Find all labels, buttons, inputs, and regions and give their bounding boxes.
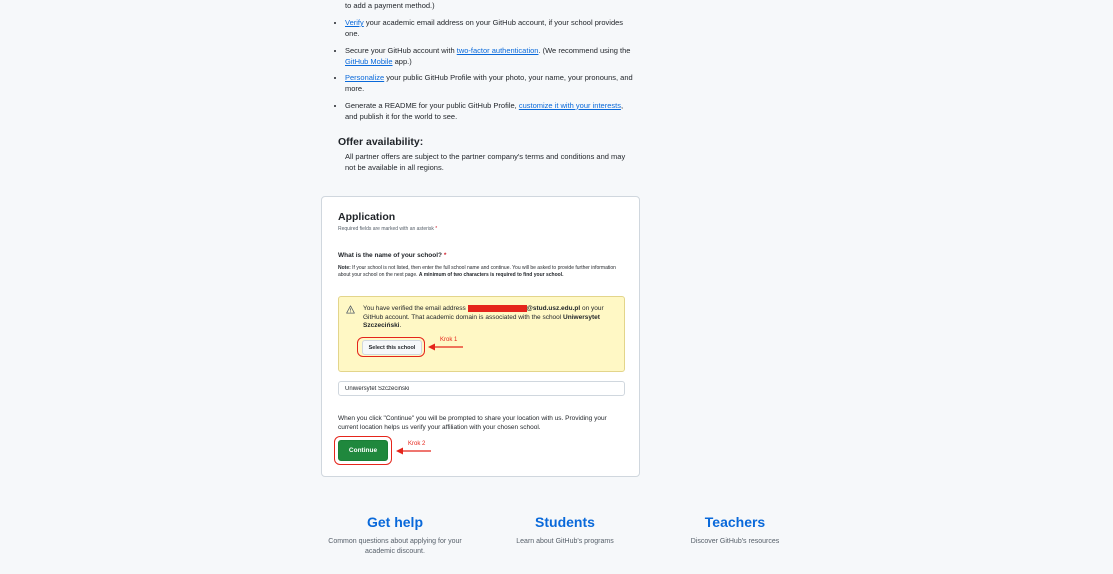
school-name-input[interactable]	[338, 381, 625, 396]
school-question-note: Note: If your school is not listed, then…	[338, 265, 616, 279]
continue-note: When you click "Continue" you will be pr…	[338, 415, 607, 431]
get-help-link[interactable]: Get help	[315, 513, 475, 531]
offer-availability-text: All partner offers are subject to the pa…	[345, 152, 626, 172]
two-factor-link[interactable]: two-factor authentication	[457, 46, 539, 55]
verify-link[interactable]: Verify	[345, 18, 364, 27]
application-title: Application	[338, 211, 396, 223]
step2-highlight	[334, 436, 392, 465]
required-fields-note: Required fields are marked with an aster…	[338, 226, 438, 232]
school-question-label: What is the name of your school? *	[338, 252, 447, 259]
step2-annotation: Krok 2	[408, 441, 426, 447]
teachers-link[interactable]: Teachers	[655, 513, 815, 531]
students-link[interactable]: Students	[485, 513, 645, 531]
customize-link[interactable]: customize it with your interests	[519, 101, 621, 110]
students-text: Learn about GitHub's programs	[516, 538, 614, 545]
truncated-text: to add a payment method.)	[345, 1, 435, 10]
step1-annotation: Krok 1	[440, 337, 458, 343]
offer-availability-heading: Offer availability:	[338, 136, 424, 148]
list-item: Verify your academic email address on yo…	[345, 17, 635, 39]
benefits-list: Verify your academic email address on yo…	[333, 17, 635, 127]
step2-arrow-icon	[396, 447, 431, 455]
get-help-section: Get help Common questions about applying…	[315, 513, 475, 557]
redacted-email	[467, 305, 527, 312]
students-section: Students Learn about GitHub's programs	[485, 513, 645, 547]
github-mobile-link[interactable]: GitHub Mobile	[345, 57, 393, 66]
step1-highlight	[357, 337, 425, 357]
personalize-link[interactable]: Personalize	[345, 73, 384, 82]
teachers-text: Discover GitHub's resources	[690, 538, 780, 545]
get-help-text: Common questions about applying for your…	[328, 538, 462, 555]
warning-icon	[346, 305, 355, 314]
list-item: Personalize your public GitHub Profile w…	[345, 72, 635, 94]
verified-email-text: You have verified the email address @stu…	[363, 305, 604, 330]
list-item: Generate a README for your public GitHub…	[345, 100, 635, 122]
teachers-section: Teachers Discover GitHub's resources	[655, 513, 815, 547]
step1-arrow-icon	[428, 343, 463, 351]
list-item: Secure your GitHub account with two-fact…	[345, 45, 635, 67]
